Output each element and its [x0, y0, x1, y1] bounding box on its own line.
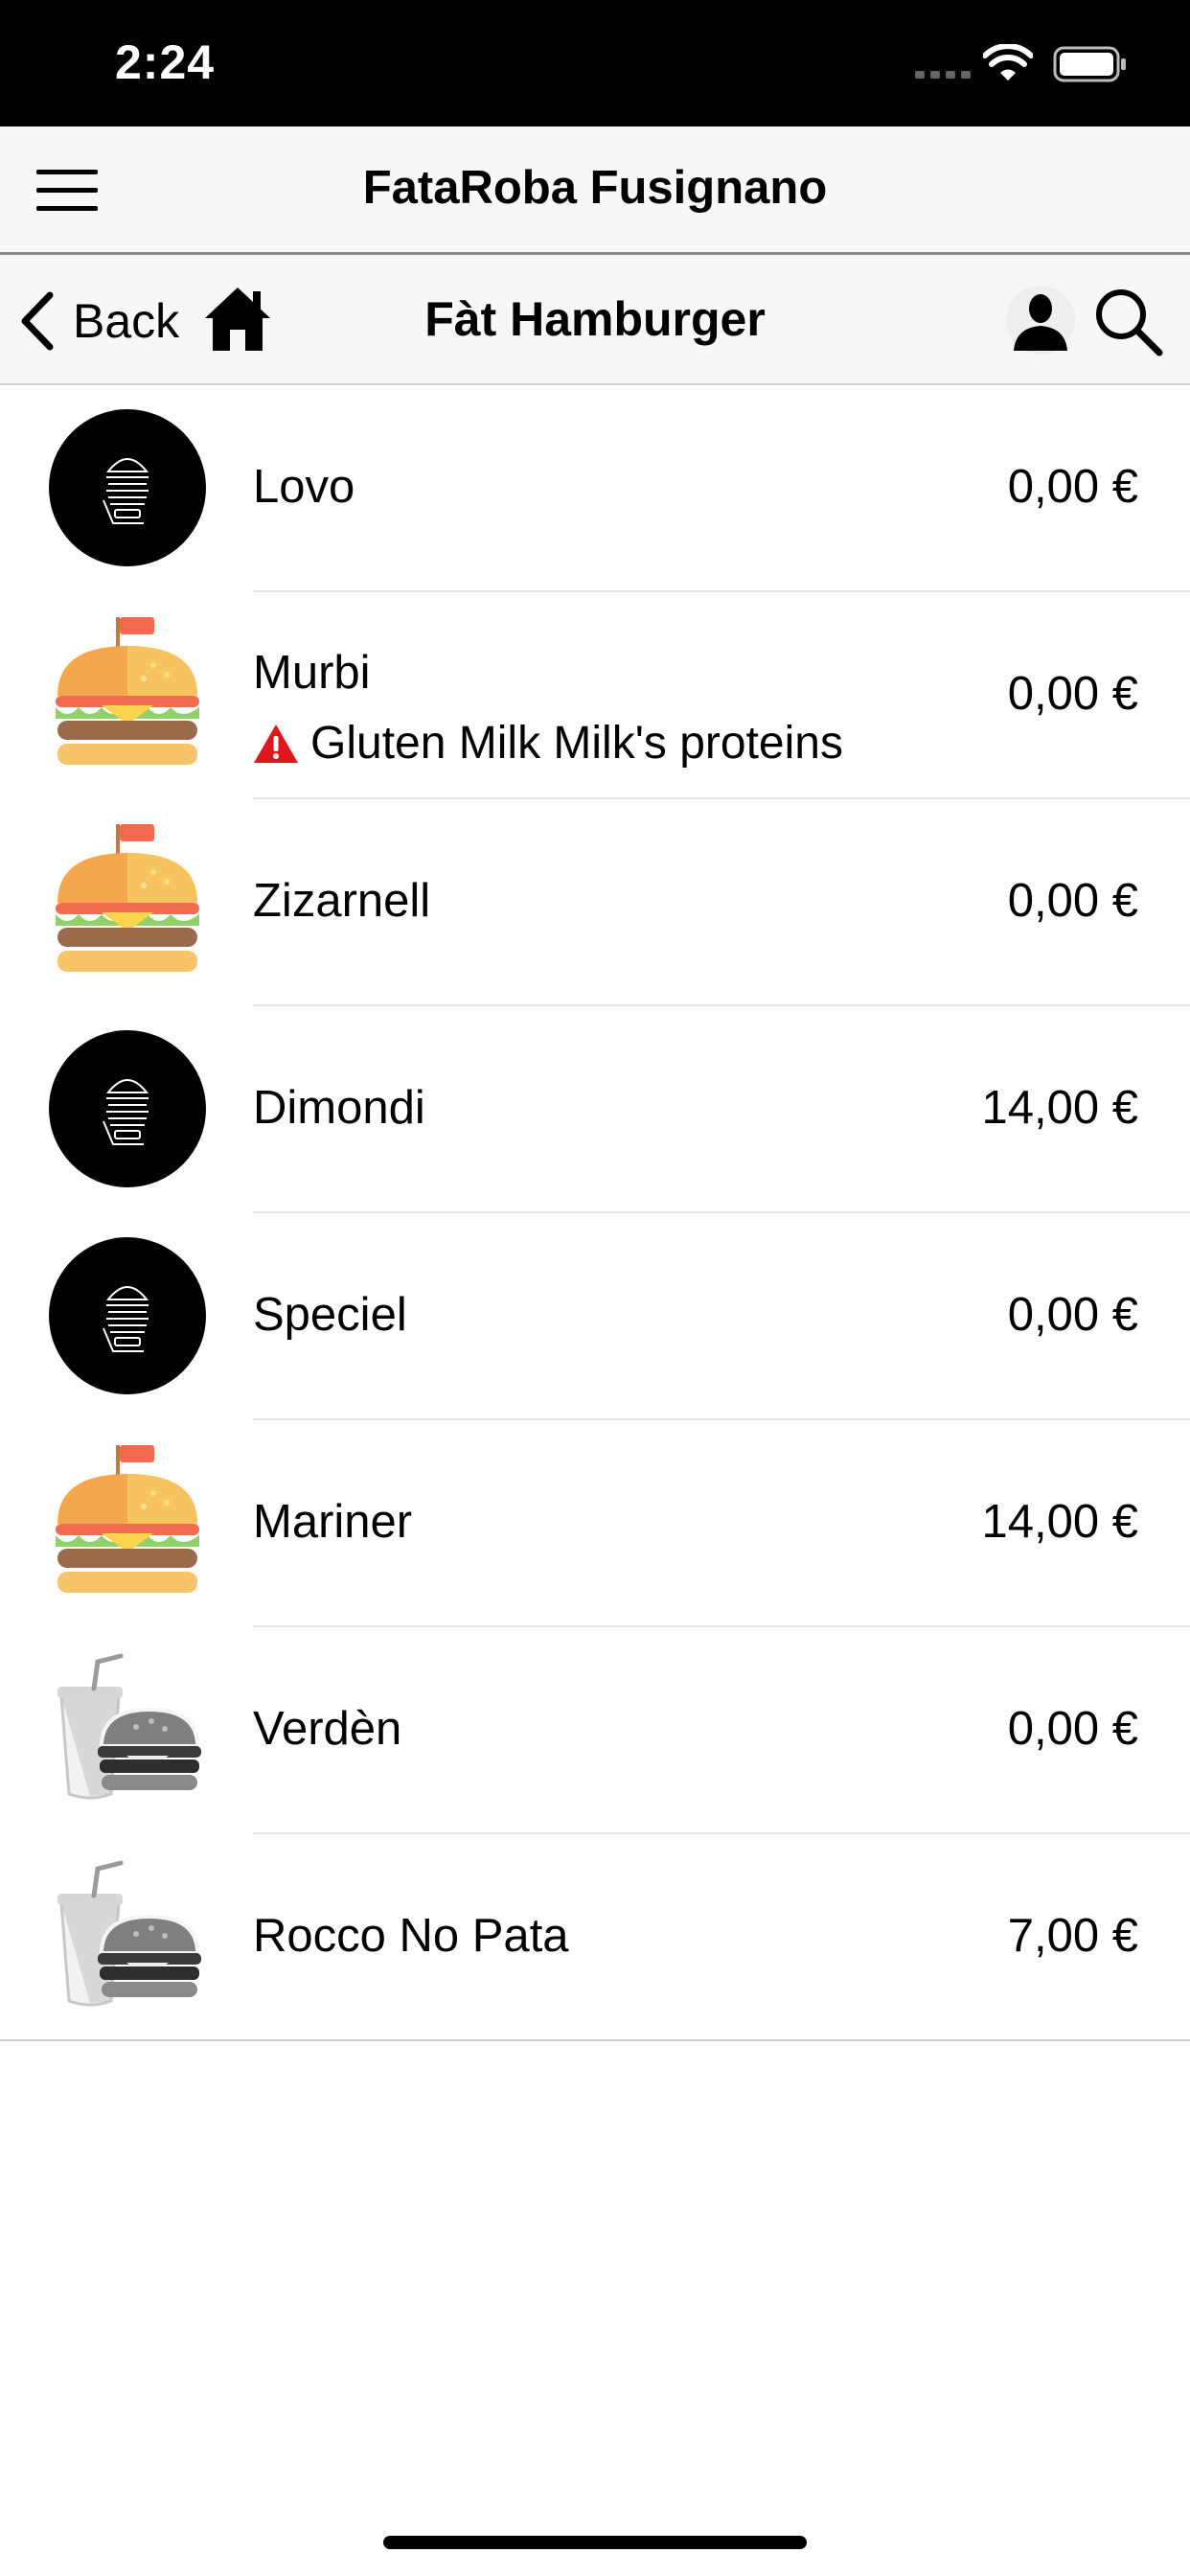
search-icon[interactable]	[1092, 286, 1165, 358]
gray-combo-meal-icon	[57, 1653, 201, 1800]
burger-flag-icon	[56, 824, 199, 972]
item-name: Verdèn	[253, 1703, 402, 1755]
item-name: Murbi	[253, 647, 371, 699]
item-name: Mariner	[253, 1496, 413, 1548]
app-title: FataRoba Fusignano	[362, 162, 828, 214]
item-price: 0,00 €	[1007, 461, 1138, 513]
item-price: 0,00 €	[1007, 668, 1138, 720]
item-name: Zizarnell	[253, 875, 431, 927]
item-price: 7,00 €	[1007, 1910, 1138, 1962]
list-item[interactable]: Speciel 0,00 €	[0, 1213, 1190, 1420]
list-item[interactable]: Dimondi 14,00 €	[0, 1006, 1190, 1213]
gray-combo-meal-icon	[57, 1860, 201, 2007]
home-indicator[interactable]	[383, 2536, 807, 2549]
app-header: FataRoba Fusignano	[0, 126, 1190, 255]
allergen-info: Gluten Milk Milk's proteins	[253, 717, 843, 770]
product-list: Lovo 0,00 € Murbi Gluten Milk Milk's pro…	[0, 385, 1190, 2041]
list-item[interactable]: Rocco No Pata 7,00 €	[0, 1834, 1190, 2041]
list-item[interactable]: Mariner 14,00 €	[0, 1420, 1190, 1627]
black-burger-logo-icon	[49, 1237, 206, 1394]
item-name: Rocco No Pata	[253, 1910, 569, 1962]
status-time: 2:24	[115, 35, 216, 89]
list-item[interactable]: Zizarnell 0,00 €	[0, 799, 1190, 1006]
battery-icon	[1053, 46, 1126, 82]
list-item[interactable]: Verdèn 0,00 €	[0, 1627, 1190, 1834]
burger-flag-icon	[56, 1445, 199, 1593]
item-price: 0,00 €	[1007, 875, 1138, 927]
item-price: 0,00 €	[1007, 1289, 1138, 1341]
warning-icon	[254, 724, 298, 763]
cellular-signal-icon	[915, 71, 971, 79]
burger-flag-icon	[56, 617, 199, 765]
list-item[interactable]: Lovo 0,00 €	[0, 385, 1190, 592]
item-name: Lovo	[253, 461, 355, 513]
black-burger-logo-icon	[49, 409, 206, 566]
item-name: Dimondi	[253, 1082, 425, 1134]
item-price: 0,00 €	[1007, 1703, 1138, 1755]
user-icon[interactable]	[1002, 284, 1079, 356]
item-price: 14,00 €	[981, 1082, 1139, 1134]
navigation-bar: Back Fàt Hamburger	[0, 255, 1190, 385]
item-price: 14,00 €	[981, 1496, 1139, 1548]
item-name: Speciel	[253, 1289, 407, 1341]
list-item[interactable]: Murbi Gluten Milk Milk's proteins 0,00 €	[0, 592, 1190, 799]
allergen-text: Gluten Milk Milk's proteins	[310, 718, 843, 769]
wifi-icon	[983, 44, 1033, 80]
status-bar: 2:24	[0, 0, 1190, 126]
black-burger-logo-icon	[49, 1030, 206, 1187]
